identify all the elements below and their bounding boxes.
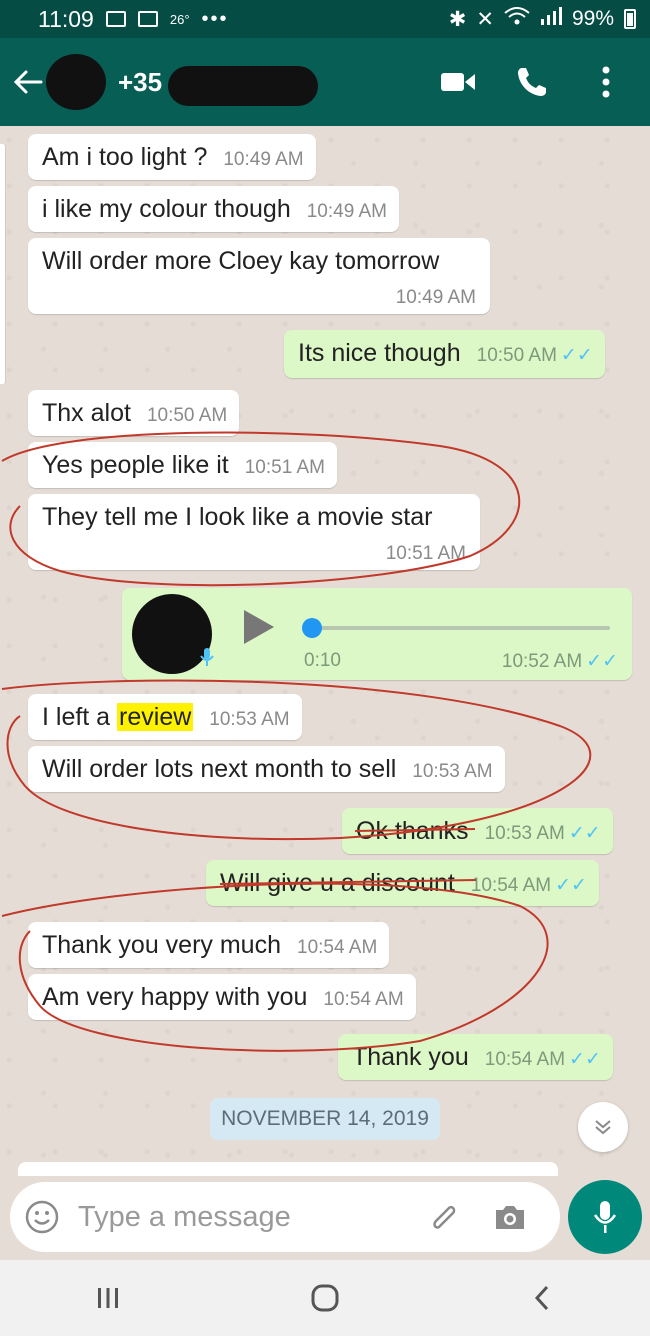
message-text: Thx alot	[42, 399, 131, 427]
message-bubble-incoming[interactable]: Yes people like it 10:51 AM	[28, 442, 337, 488]
signal-icon	[540, 7, 562, 31]
message-text: Will give u a discount	[220, 869, 455, 897]
mic-mini-icon	[200, 648, 214, 666]
back-icon[interactable]	[512, 1273, 572, 1323]
read-receipt-icon: ✓✓	[568, 823, 601, 844]
status-bar: 11:09 26° ••• ✱ ✕ 99%	[0, 0, 650, 38]
video-call-icon[interactable]	[440, 64, 476, 100]
message-bubble-incoming[interactable]: Am very happy with you 10:54 AM	[28, 974, 416, 1020]
message-input[interactable]	[78, 1200, 418, 1234]
message-time: 10:50 AM	[476, 345, 557, 366]
recent-apps-icon[interactable]	[78, 1273, 138, 1323]
battery-icon	[624, 9, 636, 29]
attach-icon[interactable]	[424, 1197, 464, 1237]
chat-edge-indicator	[0, 144, 6, 384]
message-bubble-outgoing[interactable]: Its nice though 10:50 AM ✓✓	[284, 330, 605, 378]
message-bubble-incoming[interactable]: Will order more Cloey kay tomorrow 10:49…	[28, 238, 490, 314]
status-time: 11:09	[38, 5, 94, 32]
contact-name[interactable]: +35	[118, 67, 162, 98]
chat-header: +35	[0, 38, 650, 126]
more-notifications-icon: •••	[201, 7, 229, 30]
message-text: Am i too light ?	[42, 143, 208, 171]
message-text: Thank you	[352, 1043, 469, 1071]
mic-icon	[593, 1201, 617, 1233]
home-icon[interactable]	[295, 1273, 355, 1323]
read-receipt-icon: ✓✓	[586, 651, 618, 672]
message-text: They tell me I look like a movie star	[42, 503, 433, 531]
message-bubble-incoming[interactable]: i like my colour though 10:49 AM	[28, 186, 400, 232]
message-bubble-incoming[interactable]: Am i too light ? 10:49 AM	[28, 134, 316, 180]
message-bubble-incoming[interactable]: Will order lots next month to sell 10:53 …	[28, 746, 505, 792]
message-bubble-incoming[interactable]: Thx alot 10:50 AM	[28, 390, 240, 436]
message-time: 10:49 AM	[223, 149, 304, 170]
message-time: 10:49 AM	[395, 287, 476, 308]
camera-icon[interactable]	[490, 1197, 530, 1237]
audio-progress-track[interactable]	[312, 626, 610, 630]
system-navbar	[0, 1260, 650, 1336]
contact-avatar[interactable]	[46, 54, 106, 110]
date-divider: NOVEMBER 14, 2019	[210, 1098, 440, 1140]
message-bubble-incoming[interactable]: I left a review 10:53 AM	[28, 694, 302, 740]
name-redaction	[168, 66, 319, 106]
bluetooth-icon: ✱	[448, 7, 467, 31]
message-time: 10:54 AM	[323, 989, 404, 1010]
read-receipt-icon: ✓✓	[555, 875, 587, 896]
play-icon[interactable]	[244, 610, 274, 644]
wifi-icon	[504, 7, 530, 31]
audio-seek-handle[interactable]	[302, 618, 322, 638]
read-receipt-icon: ✓✓	[560, 345, 593, 366]
message-text: i like my colour though	[42, 195, 291, 223]
message-text: Will order lots next month to sell	[42, 755, 397, 783]
voice-message-bubble[interactable]: 0:10 10:52 AM ✓✓	[122, 588, 632, 680]
message-text: Am very happy with you	[42, 983, 308, 1011]
message-text: I left a	[42, 703, 118, 731]
message-time: 10:51 AM	[385, 543, 466, 564]
chat-area[interactable]: Am i too light ? 10:49 AM i like my colou…	[0, 126, 650, 1176]
message-text: Its nice though	[298, 339, 461, 367]
more-vert-icon[interactable]	[588, 64, 624, 100]
gallery-notification-icon	[105, 11, 126, 27]
voice-duration: 0:10	[304, 650, 341, 671]
weather-temp: 26°	[169, 11, 190, 27]
mute-icon: ✕	[476, 7, 494, 31]
message-bubble-incoming[interactable]: Thank you very much 10:54 AM	[28, 922, 390, 968]
emoji-icon[interactable]	[24, 1199, 60, 1235]
highlighted-word: review	[117, 703, 194, 731]
message-bubble-outgoing[interactable]: Thank you 10:54 AM ✓✓	[338, 1034, 613, 1080]
battery-level: 99%	[571, 7, 614, 30]
message-time: 10:53 AM	[209, 709, 290, 730]
message-composer[interactable]	[10, 1182, 560, 1252]
message-time: 10:54 AM	[297, 937, 378, 958]
message-bubble-partial[interactable]	[18, 1162, 558, 1176]
message-time: 10:50 AM	[146, 405, 228, 426]
message-time: 10:52 AM	[501, 651, 583, 672]
voice-record-button[interactable]	[568, 1180, 642, 1254]
message-time: 10:53 AM	[484, 823, 565, 844]
message-time: 10:53 AM	[412, 761, 493, 782]
message-time: 10:54 AM	[484, 1049, 566, 1070]
message-bubble-outgoing[interactable]: Ok thanks 10:53 AM ✓✓	[342, 808, 613, 854]
message-text: Will order more Cloey kay tomorrow	[42, 247, 440, 275]
message-bubble-incoming[interactable]: They tell me I look like a movie star 10…	[28, 494, 480, 570]
read-receipt-icon: ✓✓	[569, 1049, 601, 1070]
message-time-row: 10:52 AM ✓✓	[502, 650, 618, 673]
message-bubble-outgoing[interactable]: Will give u a discount 10:54 AM ✓✓	[206, 860, 599, 906]
message-time: 10:54 AM	[470, 875, 552, 896]
message-text: Ok thanks	[356, 817, 469, 845]
message-text: Thank you very much	[42, 931, 281, 959]
scroll-to-bottom-button[interactable]	[578, 1102, 628, 1152]
message-time: 10:49 AM	[306, 201, 388, 222]
mail-notification-icon	[137, 11, 158, 27]
message-text: Yes people like it	[42, 451, 229, 479]
chevron-down-icon	[595, 1120, 611, 1135]
composer-row	[0, 1176, 650, 1260]
message-time: 10:51 AM	[244, 457, 325, 478]
phone-icon[interactable]	[514, 64, 550, 100]
